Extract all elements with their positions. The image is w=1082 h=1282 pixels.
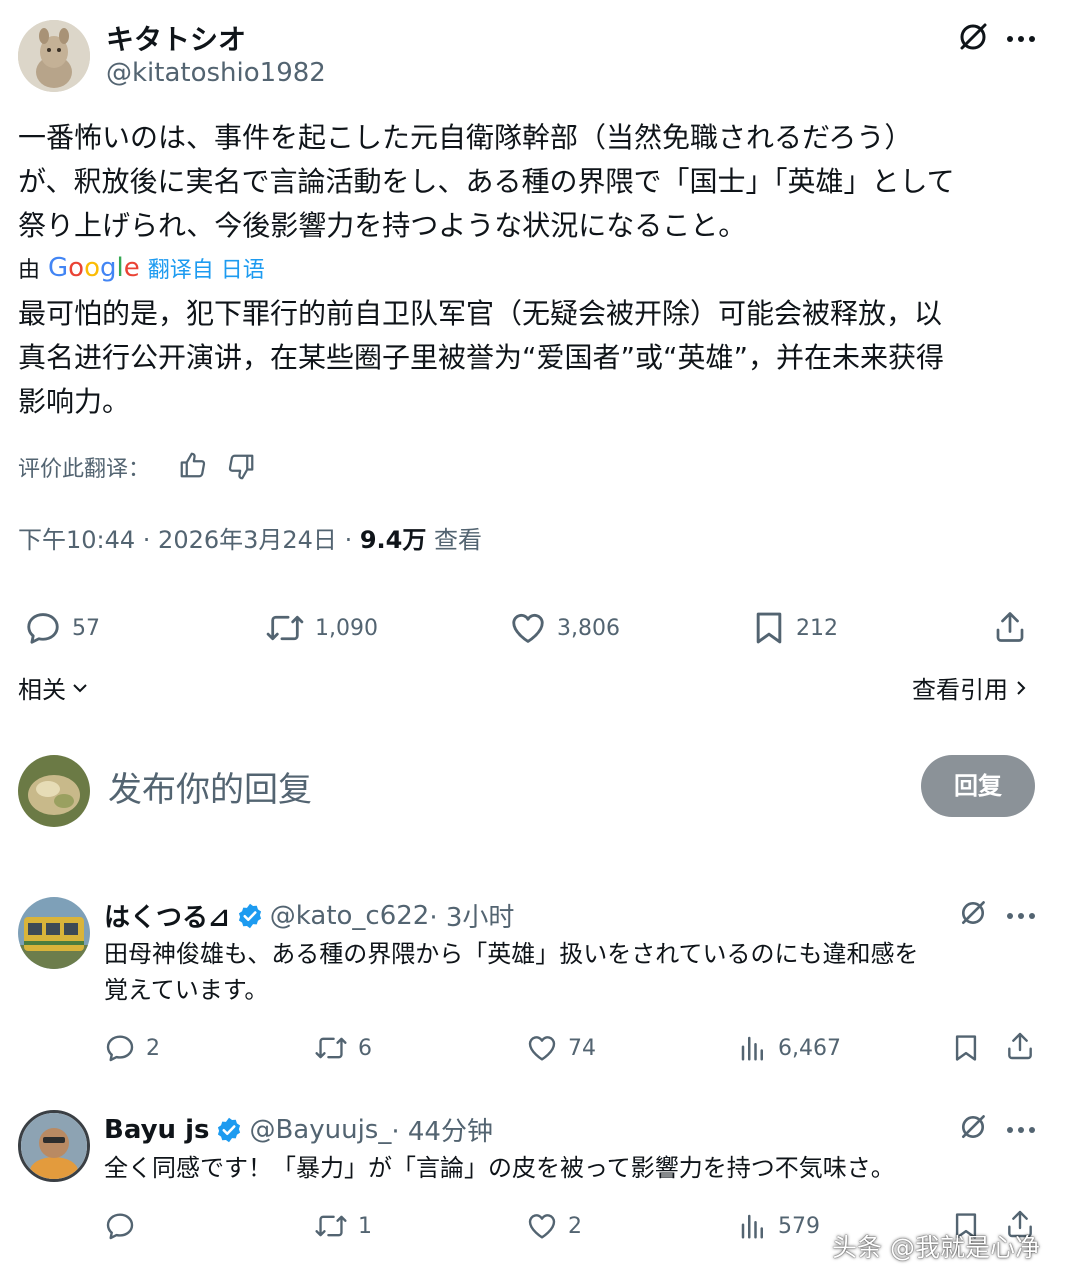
views-count: 6,467: [778, 1035, 841, 1061]
reply-count: 57: [72, 615, 100, 641]
author-name[interactable]: キタトシオ: [106, 18, 246, 58]
translation-text: 最可怕的是，犯下罪行的前自卫队军官（无疑会被开除）可能会被释放，以 真名进行公开…: [18, 292, 944, 424]
bookmark-icon[interactable]: [952, 1032, 980, 1068]
watermark: 头条 @我就是心净: [832, 1233, 1040, 1262]
reply-header: Bayu js @Bayuujs_ · 44分钟: [104, 1111, 493, 1148]
reply-text-line: 全く同感です！「暴力」が「言論」の皮を被って影響力を持つ不気味さ。: [104, 1154, 895, 1182]
repost-icon: [315, 1037, 347, 1059]
like-count: 2: [568, 1213, 582, 1239]
analytics-icon: [741, 1214, 763, 1239]
views-label: 查看: [426, 526, 482, 554]
chevron-right-icon: [1017, 680, 1026, 695]
chevron-down-icon: [73, 683, 87, 692]
repost-action[interactable]: 1,090: [265, 609, 378, 647]
user-avatar[interactable]: [18, 755, 90, 827]
views-count: 9.4万: [359, 526, 427, 554]
reply-avatar[interactable]: [18, 1110, 90, 1182]
thumbs-up-icon[interactable]: [178, 450, 208, 484]
related-dropdown[interactable]: 相关: [18, 670, 90, 705]
reply-header: はくつる⊿ @kato_c622 · 3小时: [104, 897, 514, 934]
reply-icon: [106, 1035, 134, 1062]
repost-count: 1: [358, 1213, 372, 1239]
reply-author-name[interactable]: Bayu js: [104, 1115, 209, 1145]
related-label: 相关: [18, 676, 66, 704]
repost-action[interactable]: 1: [314, 1210, 372, 1242]
reply-avatar[interactable]: [18, 897, 90, 969]
reply-icon: [106, 1213, 134, 1240]
rate-translation-label: 评价此翻译：: [18, 457, 151, 482]
tweet-meta: 下午10:44 · 2026年3月24日 · 9.4万 查看: [18, 520, 482, 555]
view-quotes-label: 查看引用: [912, 676, 1008, 704]
translation-line: 最可怕的是，犯下罪行的前自卫队军官（无疑会被开除）可能会被释放，以: [18, 297, 943, 330]
thumbs-down-icon[interactable]: [226, 452, 256, 486]
reply-input[interactable]: 发布你的回复: [108, 762, 312, 811]
repost-count: 6: [358, 1035, 372, 1061]
like-action[interactable]: 74: [526, 1032, 596, 1064]
reply-author-name[interactable]: はくつる⊿: [104, 897, 230, 934]
repost-action[interactable]: 6: [314, 1032, 372, 1064]
repost-count: 1,090: [315, 615, 378, 641]
tweet-text: 一番怖いのは、事件を起こした元自衛隊幹部（当然免職されるだろう） が、釈放後に実…: [18, 116, 955, 248]
translation-attribution: 由 Google 翻译自 日语: [18, 252, 265, 284]
reply-action[interactable]: [104, 1210, 146, 1242]
reply-author-handle[interactable]: @kato_c622: [270, 901, 430, 931]
grok-icon[interactable]: [958, 1112, 988, 1146]
tweet-text-line: が、釈放後に実名で言論活動をし、ある種の界隈で「国士」「英雄」として: [18, 165, 955, 198]
tweet-timestamp[interactable]: 下午10:44 · 2026年3月24日 ·: [18, 526, 360, 554]
reply-author-handle[interactable]: @Bayuujs_: [249, 1115, 391, 1145]
reply-button[interactable]: 回复: [921, 755, 1035, 817]
reply-timestamp[interactable]: · 44分钟: [391, 1111, 493, 1148]
like-action[interactable]: 2: [526, 1210, 582, 1242]
heart-icon: [512, 613, 544, 643]
more-options-icon[interactable]: [1006, 1121, 1036, 1140]
reply-icon: [27, 613, 59, 644]
share-icon[interactable]: [992, 608, 1028, 650]
reply-count: 2: [146, 1035, 160, 1061]
bookmark-count: 212: [796, 615, 838, 641]
reply-action[interactable]: 57: [24, 609, 100, 647]
more-options-icon[interactable]: [1006, 30, 1036, 49]
heart-icon: [528, 1214, 556, 1239]
verified-badge-icon: [218, 1117, 241, 1142]
grok-icon[interactable]: [956, 20, 990, 58]
more-options-icon[interactable]: [1006, 907, 1036, 926]
heart-icon: [528, 1036, 556, 1061]
verified-badge-icon: [238, 903, 261, 928]
view-quotes-link[interactable]: 查看引用: [912, 670, 1030, 705]
tweet-text-line: 一番怖いのは、事件を起こした元自衛隊幹部（当然免職されるだろう）: [18, 121, 913, 154]
google-logo: Google: [48, 253, 140, 283]
tweet-text-line: 祭り上げられ、今後影響力を持つような状況になること。: [18, 209, 747, 242]
reply-text: 田母神俊雄も、ある種の界隈から「英雄」扱いをされているのにも違和感を 覚えていま…: [104, 936, 919, 1008]
translation-line: 影响力。: [18, 385, 131, 418]
translated-from-link[interactable]: 翻译自 日语: [148, 252, 265, 284]
grok-icon[interactable]: [958, 898, 988, 932]
reply-text-line: 田母神俊雄も、ある種の界隈から「英雄」扱いをされているのにも違和感を: [104, 940, 919, 968]
views-count: 579: [778, 1213, 820, 1239]
translate-by-label: 由: [18, 258, 41, 283]
like-count: 74: [568, 1035, 596, 1061]
reply-text-line: 覚えています。: [104, 976, 269, 1004]
reply-text: 全く同感です！「暴力」が「言論」の皮を被って影響力を持つ不気味さ。: [104, 1150, 895, 1186]
bookmark-icon: [756, 612, 782, 644]
repost-icon: [266, 615, 304, 641]
reply-timestamp[interactable]: · 3小时: [429, 897, 514, 934]
bookmark-action[interactable]: 212: [752, 609, 838, 647]
author-handle[interactable]: @kitatoshio1982: [106, 58, 326, 88]
repost-icon: [315, 1215, 347, 1237]
author-avatar[interactable]: [18, 20, 90, 92]
views-action[interactable]: 579: [738, 1210, 820, 1242]
like-action[interactable]: 3,806: [509, 609, 620, 647]
translation-line: 真名进行公开演讲，在某些圈子里被誉为“爱国者”或“英雄”，并在未来获得: [18, 341, 945, 374]
reply-action[interactable]: 2: [104, 1032, 160, 1064]
share-icon[interactable]: [1004, 1030, 1036, 1066]
like-count: 3,806: [557, 615, 620, 641]
views-action[interactable]: 6,467: [738, 1032, 841, 1064]
analytics-icon: [741, 1036, 763, 1061]
